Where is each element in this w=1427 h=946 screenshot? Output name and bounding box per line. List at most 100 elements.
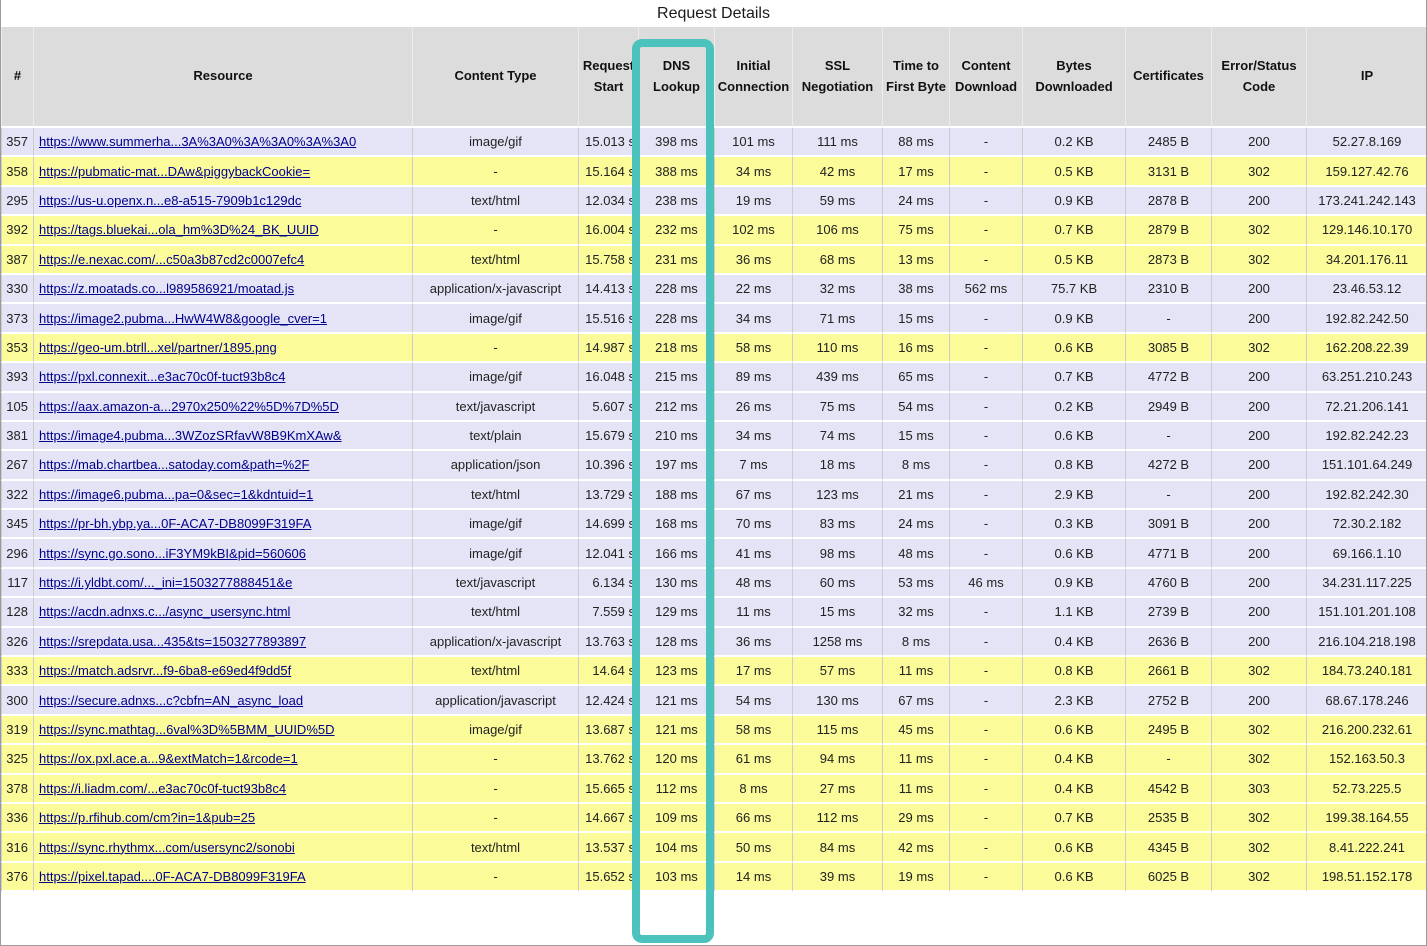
column-header-initial-connection[interactable]: Initial Connection: [715, 27, 793, 128]
cell-bytes-downloaded: 0.8 KB: [1023, 451, 1126, 480]
cell-content-download: -: [950, 157, 1023, 186]
cell-initial-connection: 41 ms: [715, 539, 793, 568]
cell-num: 117: [1, 569, 34, 598]
resource-link[interactable]: https://ox.pxl.ace.a...9&extMatch=1&rcod…: [39, 751, 298, 766]
column-header-ssl-negotiation[interactable]: SSL Negotiation: [793, 27, 883, 128]
resource-link[interactable]: https://sync.go.sono...iF3YM9kBI&pid=560…: [39, 546, 306, 561]
resource-link[interactable]: https://secure.adnxs...c?cbfn=AN_async_l…: [39, 693, 303, 708]
cell-certificates: -: [1126, 304, 1212, 333]
cell-certificates: 6025 B: [1126, 863, 1212, 892]
cell-request-start: 16.048 s: [579, 363, 639, 392]
column-header-request-start[interactable]: Request Start: [579, 27, 639, 128]
cell-resource: https://pr-bh.ybp.ya...0F-ACA7-DB8099F31…: [34, 510, 413, 539]
cell-ssl-negotiation: 74 ms: [793, 422, 883, 451]
cell-status-code: 200: [1212, 481, 1307, 510]
request-details-table: #ResourceContent TypeRequest StartDNS Lo…: [1, 27, 1427, 892]
cell-request-start: 13.762 s: [579, 745, 639, 774]
cell-dns-lookup: 215 ms: [639, 363, 715, 392]
cell-content-download: 46 ms: [950, 569, 1023, 598]
cell-ssl-negotiation: 39 ms: [793, 863, 883, 892]
cell-bytes-downloaded: 0.7 KB: [1023, 363, 1126, 392]
cell-resource: https://sync.rhythmx...com/usersync2/son…: [34, 833, 413, 862]
column-header-resource[interactable]: Resource: [34, 27, 413, 128]
cell-ssl-negotiation: 112 ms: [793, 804, 883, 833]
column-header-dns-lookup[interactable]: DNS Lookup: [639, 27, 715, 128]
cell-time-to-first-byte: 48 ms: [883, 539, 950, 568]
resource-link[interactable]: https://pxl.connexit...e3ac70c0f-tuct93b…: [39, 369, 285, 384]
resource-link[interactable]: https://i.yldbt.com/..._ini=150327788845…: [39, 575, 292, 590]
cell-num: 381: [1, 422, 34, 451]
resource-link[interactable]: https://sync.mathtag...6val%3D%5BMM_UUID…: [39, 722, 335, 737]
column-header-certificates[interactable]: Certificates: [1126, 27, 1212, 128]
cell-status-code: 200: [1212, 569, 1307, 598]
cell-bytes-downloaded: 2.3 KB: [1023, 686, 1126, 715]
cell-bytes-downloaded: 0.2 KB: [1023, 393, 1126, 422]
resource-link[interactable]: https://image6.pubma...pa=0&sec=1&kdntui…: [39, 487, 313, 502]
resource-link[interactable]: https://geo-um.btrll...xel/partner/1895.…: [39, 340, 277, 355]
cell-request-start: 15.164 s: [579, 157, 639, 186]
cell-ssl-negotiation: 98 ms: [793, 539, 883, 568]
cell-dns-lookup: 120 ms: [639, 745, 715, 774]
cell-ssl-negotiation: 71 ms: [793, 304, 883, 333]
resource-link[interactable]: https://srepdata.usa...435&ts=1503277893…: [39, 634, 306, 649]
cell-content-download: -: [950, 216, 1023, 245]
resource-link[interactable]: https://z.moatads.co...l989586921/moatad…: [39, 281, 294, 296]
cell-ip: 151.101.64.249: [1307, 451, 1427, 480]
cell-initial-connection: 14 ms: [715, 863, 793, 892]
resource-link[interactable]: https://pr-bh.ybp.ya...0F-ACA7-DB8099F31…: [39, 516, 311, 531]
cell-dns-lookup: 388 ms: [639, 157, 715, 186]
cell-dns-lookup: 398 ms: [639, 128, 715, 157]
cell-content-type: -: [413, 775, 579, 804]
cell-resource: https://match.adsrvr...f9-6ba8-e69ed4f9d…: [34, 657, 413, 686]
column-header-ip[interactable]: IP: [1307, 27, 1427, 128]
cell-num: 316: [1, 833, 34, 862]
cell-initial-connection: 54 ms: [715, 686, 793, 715]
resource-link[interactable]: https://pubmatic-mat...DAw&piggybackCook…: [39, 164, 310, 179]
resource-link[interactable]: https://sync.rhythmx...com/usersync2/son…: [39, 840, 295, 855]
resource-link[interactable]: https://i.liadm.com/...e3ac70c0f-tuct93b…: [39, 781, 286, 796]
cell-content-type: text/html: [413, 598, 579, 627]
cell-ssl-negotiation: 59 ms: [793, 187, 883, 216]
cell-resource: https://srepdata.usa...435&ts=1503277893…: [34, 628, 413, 657]
cell-dns-lookup: 197 ms: [639, 451, 715, 480]
cell-status-code: 302: [1212, 246, 1307, 275]
resource-link[interactable]: https://match.adsrvr...f9-6ba8-e69ed4f9d…: [39, 663, 291, 678]
column-header-num[interactable]: #: [1, 27, 34, 128]
column-header-content-download[interactable]: Content Download: [950, 27, 1023, 128]
resource-link[interactable]: https://p.rfihub.com/cm?in=1&pub=25: [39, 810, 255, 825]
resource-link[interactable]: https://aax.amazon-a...2970x250%22%5D%7D…: [39, 399, 339, 414]
cell-resource: https://z.moatads.co...l989586921/moatad…: [34, 275, 413, 304]
column-header-content-type[interactable]: Content Type: [413, 27, 579, 128]
cell-initial-connection: 26 ms: [715, 393, 793, 422]
cell-content-download: -: [950, 304, 1023, 333]
resource-link[interactable]: https://www.summerha...3A%3A0%3A%3A0%3A%…: [39, 134, 356, 149]
resource-link[interactable]: https://acdn.adnxs.c.../async_usersync.h…: [39, 604, 290, 619]
resource-link[interactable]: https://e.nexac.com/...c50a3b87cd2c0007e…: [39, 252, 304, 267]
cell-ip: 8.41.222.241: [1307, 833, 1427, 862]
resource-link[interactable]: https://image2.pubma...HwW4W8&google_cve…: [39, 311, 327, 326]
resource-link[interactable]: https://image4.pubma...3WZozSRfavW8B9KmX…: [39, 428, 342, 443]
resource-link[interactable]: https://mab.chartbea...satoday.com&path=…: [39, 457, 309, 472]
resource-link[interactable]: https://us-u.openx.n...e8-a515-7909b1c12…: [39, 193, 301, 208]
cell-resource: https://p.rfihub.com/cm?in=1&pub=25: [34, 804, 413, 833]
cell-content-download: -: [950, 863, 1023, 892]
cell-content-type: image/gif: [413, 363, 579, 392]
cell-status-code: 200: [1212, 187, 1307, 216]
resource-link[interactable]: https://pixel.tapad....0F-ACA7-DB8099F31…: [39, 869, 306, 884]
column-header-time-to-first-byte[interactable]: Time to First Byte: [883, 27, 950, 128]
cell-request-start: 15.679 s: [579, 422, 639, 451]
column-header-bytes-downloaded[interactable]: Bytes Downloaded: [1023, 27, 1126, 128]
table-row: 378https://i.liadm.com/...e3ac70c0f-tuct…: [1, 775, 1427, 804]
cell-status-code: 302: [1212, 833, 1307, 862]
cell-dns-lookup: 123 ms: [639, 657, 715, 686]
cell-content-download: -: [950, 451, 1023, 480]
resource-link[interactable]: https://tags.bluekai...ola_hm%3D%24_BK_U…: [39, 222, 319, 237]
cell-bytes-downloaded: 1.1 KB: [1023, 598, 1126, 627]
cell-initial-connection: 36 ms: [715, 628, 793, 657]
cell-initial-connection: 34 ms: [715, 157, 793, 186]
cell-initial-connection: 102 ms: [715, 216, 793, 245]
cell-dns-lookup: 231 ms: [639, 246, 715, 275]
column-header-status-code[interactable]: Error/Status Code: [1212, 27, 1307, 128]
cell-time-to-first-byte: 32 ms: [883, 598, 950, 627]
cell-certificates: 2661 B: [1126, 657, 1212, 686]
